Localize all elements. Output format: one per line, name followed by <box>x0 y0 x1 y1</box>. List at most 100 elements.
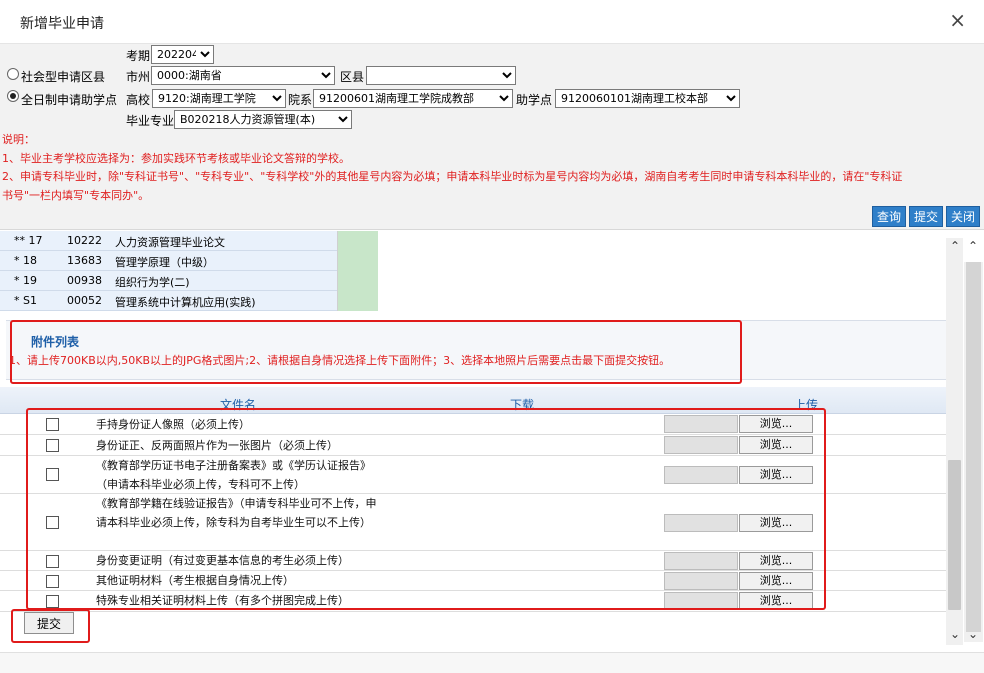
scrollbar-thumb[interactable] <box>966 262 981 632</box>
radio-fulltime-assist[interactable] <box>7 90 19 102</box>
submit-button[interactable]: 提交 <box>24 612 74 634</box>
attachments-table-header: 文件名 下载 上传 <box>0 387 946 414</box>
list-item: * 19 00938 组织行为学(二) <box>0 271 378 291</box>
col-download: 下载 <box>510 398 535 412</box>
row-checkbox[interactable] <box>46 575 59 588</box>
scroll-down-icon[interactable]: ⌄ <box>950 628 960 640</box>
radio-social-district-label: 社会型申请区县 <box>21 70 106 84</box>
browse-button[interactable]: 浏览... <box>739 466 813 484</box>
upload-path-field[interactable] <box>664 514 738 532</box>
top-close-button[interactable]: 关闭 <box>946 206 981 227</box>
browse-button[interactable]: 浏览... <box>739 436 813 454</box>
table-row: 其他证明材料（考生根据自身情况上传） 浏览... <box>0 571 946 591</box>
attachments-title: 附件列表 <box>31 335 80 349</box>
radio-social-district[interactable] <box>7 68 19 80</box>
county-label: 区县 <box>340 70 365 84</box>
inner-scrollbar[interactable] <box>946 238 963 645</box>
college-label: 院系 <box>288 93 313 107</box>
close-icon[interactable]: × <box>949 10 966 30</box>
table-row: 《教育部学历证书电子注册备案表》或《学历认证报告》（申请本科毕业必须上传，专科可… <box>0 456 946 494</box>
upload-path-field[interactable] <box>664 415 738 433</box>
upload-path-field[interactable] <box>664 572 738 590</box>
attachments-note: 1、请上传700KB以内,50KB以上的JPG格式图片;2、请根据自身情况选择上… <box>9 354 671 367</box>
row-checkbox[interactable] <box>46 418 59 431</box>
file-name: 特殊专业相关证明材料上传（有多个拼图完成上传） <box>96 594 349 607</box>
university-select[interactable]: 9120:湖南理工学院 <box>152 89 286 108</box>
query-button[interactable]: 查询 <box>872 206 907 227</box>
table-row: 《教育部学籍在线验证报告》（申请专科毕业可不上传，申请本科毕业必须上传，除专科为… <box>0 494 946 551</box>
file-name: 《教育部学籍在线验证报告》（申请专科毕业可不上传，申请本科毕业必须上传，除专科为… <box>96 497 377 529</box>
scroll-up-icon[interactable]: ⌃ <box>968 240 978 252</box>
list-item: * 18 13683 管理学原理（中级） <box>0 251 378 271</box>
row-checkbox[interactable] <box>46 468 59 481</box>
status-cell <box>337 231 378 251</box>
outer-scrollbar[interactable] <box>964 262 983 642</box>
county-select[interactable] <box>366 66 516 85</box>
notes-heading: 说明： <box>2 133 35 146</box>
file-name: 身份变更证明（有过变更基本信息的考生必须上传） <box>96 554 349 567</box>
file-name: 其他证明材料（考生根据自身情况上传） <box>96 574 294 587</box>
scrollbar-thumb[interactable] <box>948 460 961 610</box>
file-name: 身份证正、反两面照片作为一张图片（必须上传） <box>96 439 338 452</box>
table-row: 身份变更证明（有过变更基本信息的考生必须上传） 浏览... <box>0 551 946 571</box>
list-item: * S1 00052 管理系统中计算机应用(实践) <box>0 291 378 311</box>
course-mark: ** 17 <box>14 234 43 247</box>
table-row: 特殊专业相关证明材料上传（有多个拼图完成上传） 浏览... <box>0 591 946 612</box>
course-name: 管理学原理（中级） <box>115 256 214 269</box>
attachments-section <box>6 320 946 380</box>
status-cell <box>337 251 378 271</box>
row-checkbox[interactable] <box>46 439 59 452</box>
major-select[interactable]: B020218人力资源管理(本) <box>174 110 352 129</box>
browse-button[interactable]: 浏览... <box>739 552 813 570</box>
upload-path-field[interactable] <box>664 592 738 610</box>
list-item: ** 17 10222 人力资源管理毕业论文 <box>0 231 378 251</box>
notes-line-2: 2、申请专科毕业时，除"专科证书号"、"专科专业"、"专科学校"外的其他星号内容… <box>2 170 903 183</box>
course-code: 13683 <box>67 254 102 267</box>
browse-button[interactable]: 浏览... <box>739 415 813 433</box>
scroll-down-icon[interactable]: ⌄ <box>968 628 978 640</box>
browse-button[interactable]: 浏览... <box>739 572 813 590</box>
city-select[interactable]: 0000:湖南省 <box>151 66 335 85</box>
exam-period-label: 考期 <box>126 49 151 63</box>
browse-button[interactable]: 浏览... <box>739 514 813 532</box>
file-name: 手持身份证人像照（必须上传） <box>96 418 250 431</box>
status-cell <box>337 291 378 311</box>
assist-point-label: 助学点 <box>516 93 553 107</box>
upload-path-field[interactable] <box>664 466 738 484</box>
row-checkbox[interactable] <box>46 516 59 529</box>
browse-button[interactable]: 浏览... <box>739 592 813 610</box>
row-checkbox[interactable] <box>46 555 59 568</box>
assist-point-select[interactable]: 9120060101湖南理工校本部 <box>555 89 740 108</box>
course-mark: * 19 <box>14 274 37 287</box>
upload-path-field[interactable] <box>664 552 738 570</box>
row-checkbox[interactable] <box>46 595 59 608</box>
dialog-titlebar: 新增毕业申请 × <box>0 0 984 44</box>
course-code: 10222 <box>67 234 102 247</box>
exam-period-select[interactable]: 202204 <box>151 45 214 64</box>
table-row: 身份证正、反两面照片作为一张图片（必须上传） 浏览... <box>0 435 946 456</box>
major-label: 毕业专业 <box>126 114 175 128</box>
top-submit-button[interactable]: 提交 <box>909 206 944 227</box>
table-row: 手持身份证人像照（必须上传） 浏览... <box>0 414 946 435</box>
college-select[interactable]: 91200601湖南理工学院成教部 <box>313 89 513 108</box>
status-cell <box>337 271 378 291</box>
scroll-up-icon[interactable]: ⌃ <box>950 240 960 252</box>
notes-line-2-cont: 书号"一栏内填写"专本同办"。 <box>2 189 150 202</box>
course-code: 00052 <box>67 294 102 307</box>
course-mark: * S1 <box>14 294 37 307</box>
dialog-title: 新增毕业申请 <box>20 16 104 32</box>
upload-path-field[interactable] <box>664 436 738 454</box>
col-upload: 上传 <box>794 398 819 412</box>
dialog-footer <box>0 652 984 673</box>
university-label: 高校 <box>126 93 151 107</box>
course-name: 组织行为学(二) <box>115 276 190 289</box>
notes-line-1: 1、毕业主考学校应选择为：参加实践环节考核或毕业论文答辩的学校。 <box>2 152 350 165</box>
radio-fulltime-assist-label: 全日制申请助学点 <box>21 93 118 107</box>
file-name: 《教育部学历证书电子注册备案表》或《学历认证报告》（申请本科毕业必须上传，专科可… <box>96 459 371 491</box>
course-name: 管理系统中计算机应用(实践) <box>115 296 256 309</box>
course-mark: * 18 <box>14 254 37 267</box>
course-name: 人力资源管理毕业论文 <box>115 236 225 249</box>
col-filename: 文件名 <box>220 398 257 412</box>
city-label: 市州 <box>126 70 151 84</box>
course-code: 00938 <box>67 274 102 287</box>
